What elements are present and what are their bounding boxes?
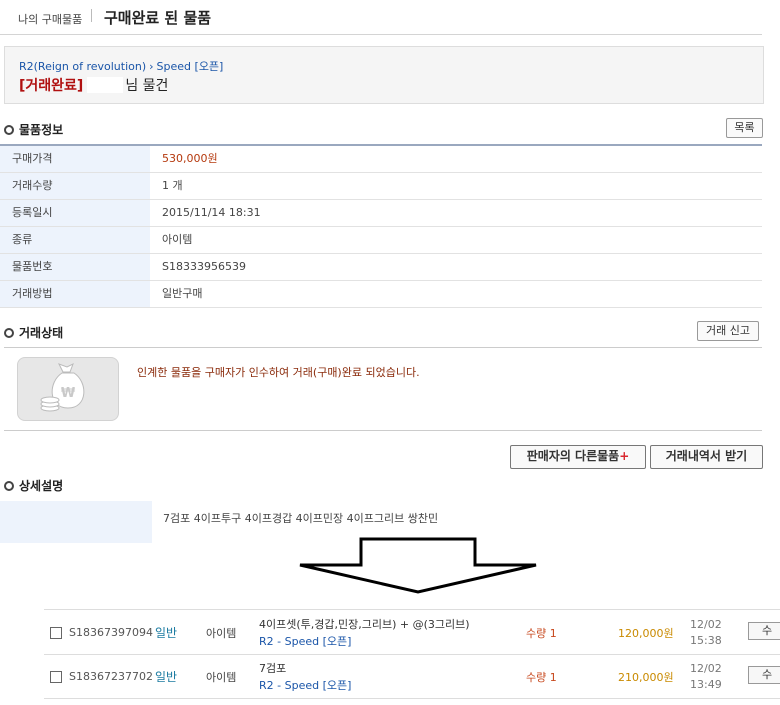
detail-text: 7검포 4이프투구 4이프경갑 4이프민장 4이프그리브 쌍찬민	[163, 512, 439, 525]
info-value: S18333956539	[162, 260, 246, 273]
section-bullet-icon	[4, 481, 14, 491]
money-bag-icon: ₩	[40, 362, 85, 412]
item-quantity: 수량 1	[526, 671, 557, 684]
item-id: S18367397094	[69, 626, 153, 639]
list-button[interactable]: 목록	[726, 118, 763, 138]
detail-label-cell	[0, 501, 152, 543]
coin-stack-icon	[40, 396, 60, 412]
item-quantity: 수량 1	[526, 627, 557, 640]
item-name-link[interactable]: 7검포	[259, 660, 286, 676]
status-image: ₩	[17, 357, 119, 421]
info-value: 아이템	[162, 233, 193, 246]
item-price: 120,000원	[618, 627, 674, 640]
info-value: 일반구매	[162, 287, 203, 300]
trade-type: 일반	[155, 670, 178, 684]
row-action-button[interactable]: 수	[748, 622, 780, 640]
server-link[interactable]: Speed [오픈]	[157, 60, 224, 73]
plus-icon: +	[619, 449, 630, 463]
svg-text:₩: ₩	[61, 386, 76, 401]
item-category: 아이템	[206, 627, 237, 640]
seller-other-items-button[interactable]: 판매자의 다른물품+	[510, 445, 646, 469]
seller-other-items-label: 판매자의 다른물품	[526, 449, 620, 463]
info-label: 종류	[0, 227, 150, 253]
item-title-text: 님 물건	[125, 78, 169, 94]
info-row: 구매가격 530,000원	[0, 146, 762, 173]
section-header-status: 거래상태	[4, 324, 63, 341]
masked-seller-name	[87, 77, 124, 93]
down-arrow-icon	[299, 537, 537, 594]
status-tag: [거래완료]	[19, 78, 84, 94]
info-value: 1 개	[162, 179, 183, 192]
section-title-info: 물품정보	[19, 123, 64, 137]
section-header-info: 물품정보	[4, 121, 63, 138]
info-row: 거래수량 1 개	[0, 173, 762, 200]
info-label: 등록일시	[0, 200, 150, 226]
page-title: 구매완료 된 물품	[104, 9, 212, 27]
section-bullet-icon	[4, 125, 14, 135]
info-row: 종류 아이템	[0, 227, 762, 254]
info-row: 물품번호 S18333956539	[0, 254, 762, 281]
header-breadcrumb[interactable]: 나의 구매물품	[18, 11, 82, 27]
info-label: 구매가격	[0, 146, 150, 172]
page-header: 나의 구매물품 구매완료 된 물품	[0, 0, 762, 35]
item-time: 13:49	[690, 678, 722, 691]
item-server: R2 - Speed [오픈]	[259, 635, 352, 648]
list-item[interactable]: S18367237702 일반 아이템 7검포 R2 - Speed [오픈] …	[44, 654, 780, 699]
item-title: [거래완료] 님 물건	[19, 75, 168, 95]
trade-type: 일반	[155, 626, 178, 640]
item-date: 12/02	[690, 662, 722, 675]
item-time: 15:38	[690, 634, 722, 647]
info-row: 거래방법 일반구매	[0, 281, 762, 308]
item-name-link[interactable]: 4이프셋(투,경갑,민장,그리브) + @(3그리브)	[259, 616, 470, 632]
report-button[interactable]: 거래 신고	[697, 321, 759, 341]
info-value: 2015/11/14 18:31	[162, 206, 261, 219]
game-breadcrumb: R2(Reign of revolution) › Speed [오픈]	[19, 58, 223, 74]
info-row: 등록일시 2015/11/14 18:31	[0, 200, 762, 227]
item-date: 12/02	[690, 618, 722, 631]
info-label: 거래방법	[0, 281, 150, 307]
item-title-box: R2(Reign of revolution) › Speed [오픈] [거래완료…	[4, 46, 764, 104]
item-server: R2 - Speed [오픈]	[259, 679, 352, 692]
row-checkbox[interactable]	[50, 627, 62, 639]
info-label: 물품번호	[0, 254, 150, 280]
list-item[interactable]: S18367397094 일반 아이템 4이프셋(투,경갑,민장,그리브) + …	[44, 609, 780, 655]
header-divider	[91, 9, 92, 22]
item-id: S18367237702	[69, 670, 153, 683]
game-link[interactable]: R2(Reign of revolution)	[19, 60, 146, 73]
section-bullet-icon	[4, 328, 14, 338]
info-value-price: 530,000원	[162, 152, 218, 165]
info-table: 구매가격 530,000원 거래수량 1 개 등록일시 2015/11/14 18:3…	[0, 144, 762, 308]
row-action-button[interactable]: 수	[748, 666, 780, 684]
section-title-detail: 상세설명	[19, 479, 64, 493]
section-header-detail: 상세설명	[4, 477, 63, 494]
info-label: 거래수량	[0, 173, 150, 199]
section-title-status: 거래상태	[19, 326, 64, 340]
item-category: 아이템	[206, 671, 237, 684]
row-checkbox[interactable]	[50, 671, 62, 683]
status-box: ₩ 인계한 물품을 구매자가 인수하여 거래(구매)완료 되었습니다.	[4, 347, 762, 431]
chevron-right-icon: ›	[149, 60, 154, 73]
status-message: 인계한 물품을 구매자가 인수하여 거래(구매)완료 되었습니다.	[137, 366, 420, 379]
download-history-button[interactable]: 거래내역서 받기	[650, 445, 763, 469]
item-price: 210,000원	[618, 671, 674, 684]
